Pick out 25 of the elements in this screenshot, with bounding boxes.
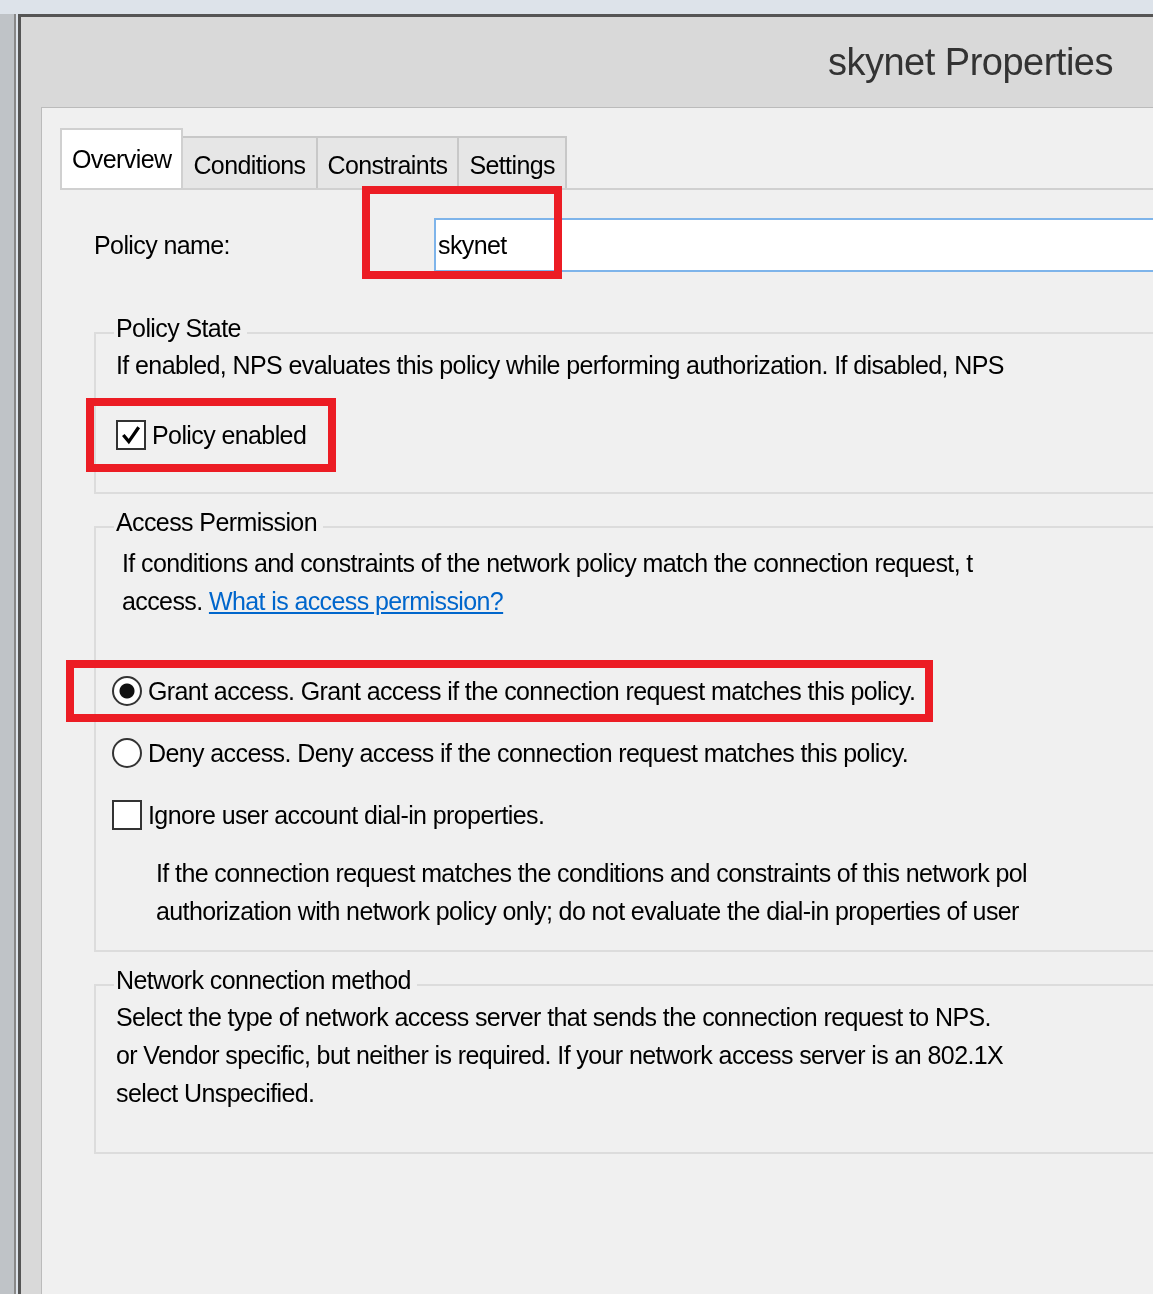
radio-label[interactable]: Deny access. Deny access if the connection request matches this policy. — [148, 738, 909, 768]
description-text: If the connection request matches the conditions and constraints of this network pol — [156, 858, 1028, 889]
field-label: Policy name: — [94, 230, 231, 260]
tab[interactable]: Settings — [457, 136, 567, 188]
description-text: If enabled, NPS evaluates this policy while performing authorization. If disabled, NPS — [116, 350, 1005, 381]
description-text: select Unspecified. — [116, 1078, 316, 1109]
radio-label[interactable]: Grant access. Grant access if the connection request matches this policy. — [148, 676, 916, 706]
checkbox-label[interactable]: Policy enabled — [152, 420, 307, 450]
tab[interactable]: Constraints — [315, 136, 460, 188]
tab[interactable]: Overview — [60, 128, 184, 188]
checkbox[interactable] — [112, 800, 142, 830]
radio-button[interactable] — [112, 676, 142, 706]
input-field[interactable]: skynet — [434, 218, 1153, 272]
description-text: authorization with network policy only; do not evaluate the dial-in properties of user — [156, 896, 1020, 927]
description-text: Select the type of network access server that sends the connection request to NPS. — [116, 1002, 992, 1033]
description-text: If conditions and constraints of the network policy match the connection request, t — [122, 549, 973, 577]
tab[interactable]: Conditions — [181, 136, 318, 188]
description-text: access. — [122, 587, 203, 615]
help-link[interactable]: What is access permission? — [208, 587, 504, 615]
radio-button[interactable] — [112, 738, 142, 768]
checkbox-label[interactable]: Ignore user account dial-in properties. — [148, 800, 545, 830]
window-title: skynet Properties — [827, 40, 1113, 84]
description-text: or Vendor specific, but neither is required. If your network access server is an 802.1X — [116, 1040, 1005, 1071]
checkmark-icon — [120, 424, 142, 446]
checkbox[interactable] — [116, 420, 146, 450]
